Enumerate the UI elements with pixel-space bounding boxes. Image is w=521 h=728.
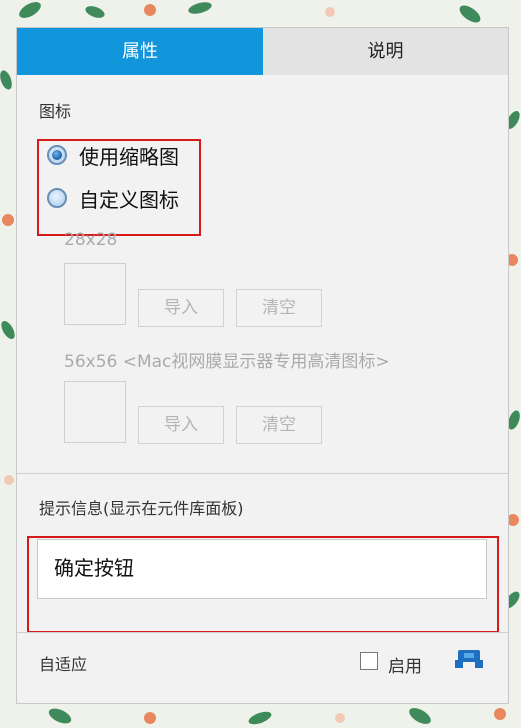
- radio-use-thumbnail[interactable]: 使用缩略图: [47, 140, 179, 170]
- enable-label: 启用: [388, 657, 422, 677]
- radio-label-custom: 自定义图标: [79, 187, 179, 212]
- radio-unchecked-icon: [47, 188, 67, 208]
- tooltip-section-title: 提示信息(显示在元件库面板): [39, 499, 244, 518]
- tab-bar: 属性 说明: [17, 28, 508, 75]
- radio-custom-icon[interactable]: 自定义图标: [47, 183, 179, 213]
- tab-description[interactable]: 说明: [263, 28, 508, 75]
- import-small-button[interactable]: 导入: [138, 289, 224, 327]
- clear-large-button[interactable]: 清空: [236, 406, 322, 444]
- size-label-large: 56x56 <Mac视网膜显示器专用高清图标>: [64, 352, 390, 372]
- import-large-button[interactable]: 导入: [138, 406, 224, 444]
- adaptive-label: 自适应: [39, 655, 88, 674]
- tab-properties[interactable]: 属性: [17, 28, 263, 75]
- clear-small-button[interactable]: 清空: [236, 289, 322, 327]
- size-label-small: 28x28: [64, 230, 118, 250]
- radio-label-thumbnail: 使用缩略图: [79, 144, 179, 169]
- icon-preview-small: [64, 263, 126, 325]
- enable-checkbox[interactable]: [360, 652, 378, 670]
- icon-section-title: 图标: [39, 102, 72, 121]
- icon-preview-large: [64, 381, 126, 443]
- blue-component-icon[interactable]: [454, 648, 484, 670]
- bottom-divider: [17, 632, 508, 633]
- tooltip-text-field[interactable]: 确定按钮: [37, 539, 487, 599]
- section-divider: [17, 473, 508, 474]
- properties-panel: 属性 说明 图标 使用缩略图 自定义图标 28x28 导入 清空 56x56 <…: [16, 27, 509, 704]
- radio-checked-icon: [47, 145, 67, 165]
